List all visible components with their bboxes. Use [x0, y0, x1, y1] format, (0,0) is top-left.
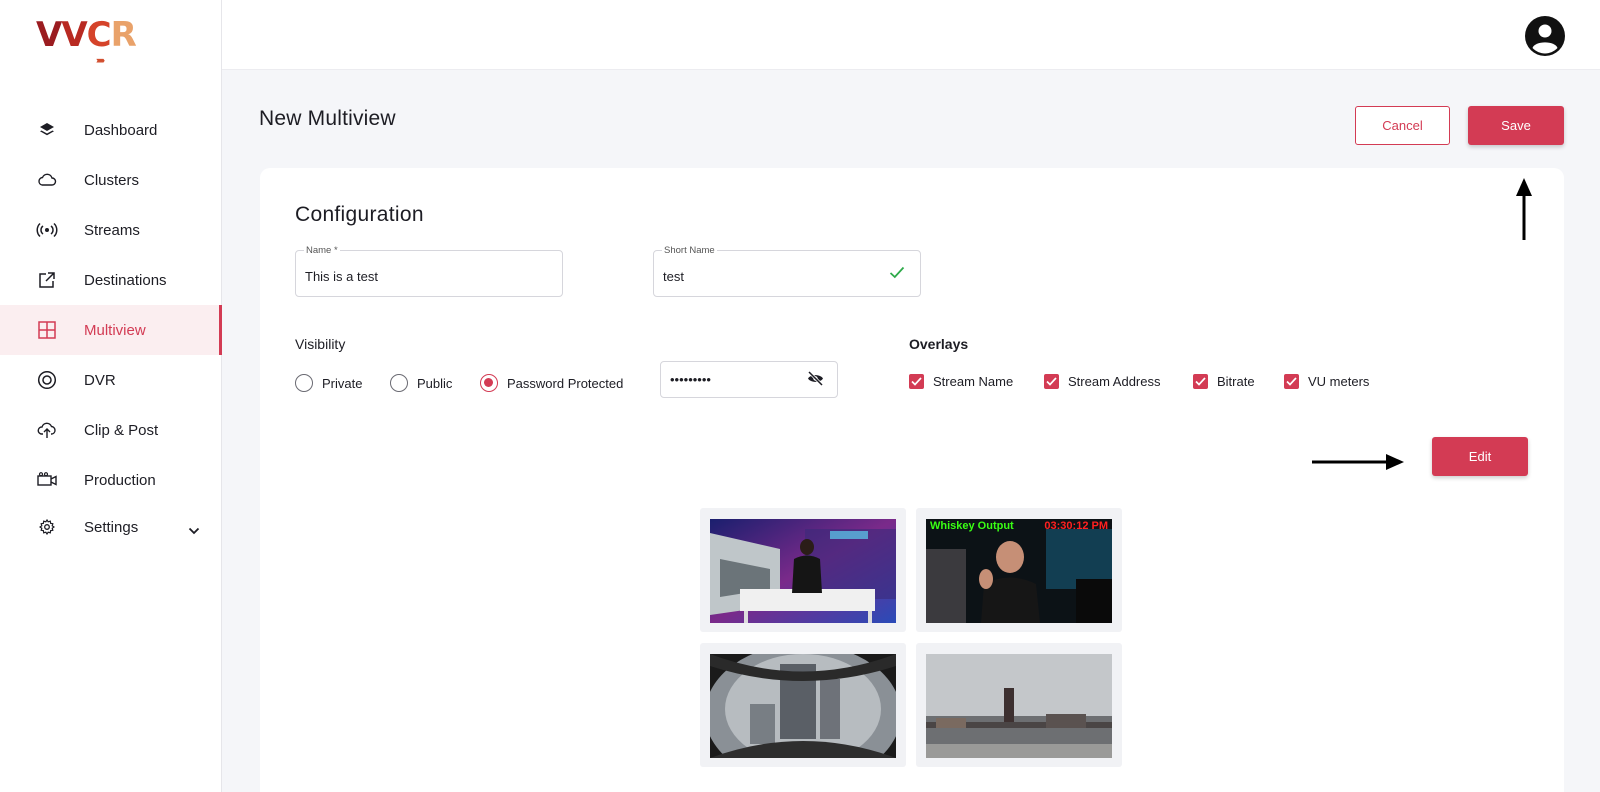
checkbox-checked-icon: [1193, 374, 1208, 389]
top-bar: [222, 0, 1600, 70]
section-title: Configuration: [295, 203, 424, 226]
sidebar-item-label: Dashboard: [84, 121, 158, 139]
overlay-checkbox-stream-address[interactable]: Stream Address: [1044, 374, 1161, 389]
vvcr-logo[interactable]: VVCR ›››››››: [36, 18, 146, 68]
checkbox-checked-icon: [1284, 374, 1299, 389]
annotation-arrow-right-icon: [1312, 454, 1404, 470]
sidebar-item-clusters[interactable]: Clusters: [0, 155, 222, 205]
timecode-overlay: 03:30:12 PM: [1044, 520, 1108, 532]
name-field-label: Name *: [304, 245, 340, 256]
radio-circle: [295, 374, 313, 392]
radio-label: Password Protected: [507, 375, 624, 391]
password-value: •••••••••: [670, 372, 711, 387]
record-icon: [36, 369, 58, 391]
sidebar-item-clip-post[interactable]: Clip & Post: [0, 405, 222, 455]
edit-button[interactable]: Edit: [1432, 437, 1528, 476]
broadcast-icon: [36, 219, 58, 241]
save-button[interactable]: Save: [1468, 106, 1564, 145]
short-name-field[interactable]: Short Name test: [653, 245, 921, 297]
overlay-checkbox-bitrate[interactable]: Bitrate: [1193, 374, 1255, 389]
external-link-icon: [36, 269, 58, 291]
checkbox-label: Bitrate: [1217, 374, 1255, 389]
name-field[interactable]: Name * This is a test: [295, 245, 563, 297]
radio-label: Public: [417, 375, 453, 391]
password-field[interactable]: •••••••••: [660, 361, 838, 398]
sidebar-nav: Dashboard Clusters Streams Destinations …: [0, 105, 222, 549]
checkbox-checked-icon: [909, 374, 924, 389]
checkbox-checked-icon: [1044, 374, 1059, 389]
radio-circle: [480, 374, 498, 392]
sidebar-item-label: Settings: [84, 518, 139, 536]
check-icon: [889, 266, 905, 284]
visibility-label: Visibility: [295, 336, 346, 352]
visibility-radio-password-protected[interactable]: Password Protected: [480, 374, 623, 392]
sidebar-item-label: Clip & Post: [84, 421, 159, 439]
sidebar-item-multiview[interactable]: Multiview: [0, 305, 222, 355]
checkbox-label: Stream Name: [933, 374, 1014, 389]
multiview-tile[interactable]: [916, 643, 1122, 767]
stream-preview-image: Whiskey Output 03:30:12 PM: [926, 519, 1112, 623]
stream-preview-image: [710, 654, 896, 758]
visibility-radio-private[interactable]: Private: [295, 374, 362, 392]
radio-label: Private: [322, 375, 363, 391]
visibility-radio-public[interactable]: Public: [390, 374, 452, 392]
overlay-checkbox-stream-name[interactable]: Stream Name: [909, 374, 1013, 389]
grid-icon: [36, 319, 58, 341]
sidebar-item-label: Multiview: [84, 321, 146, 339]
name-field-value: This is a test: [305, 269, 378, 284]
configuration-card: Configuration Name * This is a test Shor…: [260, 168, 1564, 792]
annotation-arrow-up-icon: [1516, 178, 1532, 240]
radio-circle: [390, 374, 408, 392]
sidebar-item-label: DVR: [84, 371, 116, 389]
logo-text: VVCR: [36, 15, 137, 55]
multiview-tile[interactable]: [700, 508, 906, 632]
page-title: New Multiview: [259, 107, 396, 130]
eye-off-icon[interactable]: [807, 370, 824, 391]
sidebar-item-dvr[interactable]: DVR: [0, 355, 222, 405]
layers-icon: [36, 119, 58, 141]
sidebar-item-label: Clusters: [84, 171, 140, 189]
stream-preview-image: [926, 654, 1112, 758]
user-avatar-icon[interactable]: [1524, 15, 1566, 57]
checkbox-label: Stream Address: [1068, 374, 1161, 389]
cloud-icon: [36, 169, 58, 191]
sidebar-item-dashboard[interactable]: Dashboard: [0, 105, 222, 155]
overlays-label: Overlays: [909, 336, 969, 352]
sidebar-item-destinations[interactable]: Destinations: [0, 255, 222, 305]
chevron-down-icon[interactable]: [188, 522, 200, 539]
sidebar-item-streams[interactable]: Streams: [0, 205, 222, 255]
sidebar: VVCR ››››››› Dashboard Clusters Streams: [0, 0, 222, 792]
cloud-upload-icon: [36, 419, 58, 441]
short-name-field-label: Short Name: [662, 245, 717, 256]
short-name-field-value: test: [663, 269, 684, 284]
gear-icon: [36, 516, 58, 538]
checkbox-label: VU meters: [1308, 374, 1370, 389]
multiview-tile[interactable]: [700, 643, 906, 767]
sidebar-item-production[interactable]: Production: [0, 455, 222, 505]
multiview-tile[interactable]: Whiskey Output 03:30:12 PM: [916, 508, 1122, 632]
overlay-checkbox-vu-meters[interactable]: VU meters: [1284, 374, 1369, 389]
logo-chevrons-icon: ›››››››: [96, 55, 105, 65]
cancel-button[interactable]: Cancel: [1355, 106, 1450, 145]
sidebar-item-settings[interactable]: Settings: [0, 505, 222, 549]
sidebar-item-label: Destinations: [84, 271, 167, 289]
stream-preview-image: [710, 519, 896, 623]
sidebar-item-label: Streams: [84, 221, 140, 239]
sidebar-item-label: Production: [84, 471, 156, 489]
stream-name-overlay: Whiskey Output: [930, 520, 1014, 532]
video-camera-icon: [36, 469, 58, 491]
